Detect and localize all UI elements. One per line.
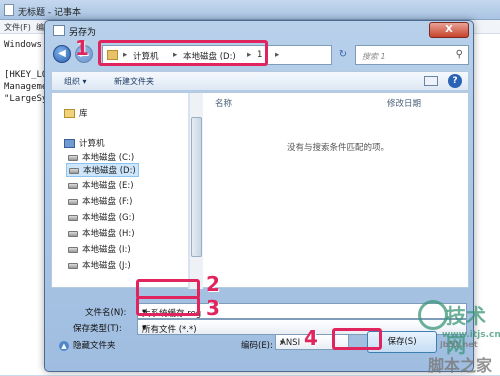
encoding-label: 编码(E): [241,341,273,351]
back-arrow-icon[interactable]: ◀ [53,45,71,63]
search-placeholder: 搜索 1 [362,52,386,61]
tree-item-computer[interactable]: 计算机 [64,137,105,149]
watermark-small: jb51.net [440,340,478,349]
chevron-right-icon: ▸ [275,50,280,60]
tree-label: 库 [79,109,88,119]
computer-icon [64,139,75,148]
disk-icon [69,167,79,174]
file-list: 名称 修改日期 没有与搜索条件匹配的项。 [203,93,470,289]
save-as-dialog: 另存为 X ◀ ▶ ▸ 计算机 ▸ 本地磁盘 (D:) ▸ 1 ▸ ↻ 搜索 1… [44,20,474,372]
browser-panel: 库 计算机 本地磁盘 (C:) 本地磁盘 (D:) 本地磁盘 (E:) 本地磁盘… [51,92,470,289]
tree-item-e-drive[interactable]: 本地磁盘 (E:) [68,179,134,191]
empty-message: 没有与搜索条件匹配的项。 [287,143,390,153]
tree-scrollbar[interactable] [189,93,203,289]
library-icon [64,109,75,118]
watermark-site: 技术网 [446,304,486,357]
menu-file[interactable]: 文件(F) [4,22,31,33]
disk-icon [68,154,78,161]
close-button[interactable]: X [429,22,469,38]
tree-label: 本地磁盘 (C:) [82,153,135,163]
notepad-title: 无标题 - 记事本 [18,8,81,18]
column-name[interactable]: 名称 [215,97,232,109]
disk-icon [68,198,78,205]
annotation-box-filetype [136,296,200,316]
tree-label: 本地磁盘 (E:) [82,181,134,191]
notepad-doc-icon [53,25,65,36]
tree-label: 本地磁盘 (J:) [82,261,131,271]
view-options-icon[interactable] [424,76,438,86]
annotation-number-2: 2 [206,272,220,296]
filetype-label: 保存类型(T): [73,324,122,334]
tree-item-h-drive[interactable]: 本地磁盘 (H:) [68,227,135,239]
chevron-up-icon: ▲ [59,341,69,351]
annotation-box-address [98,40,268,66]
help-icon[interactable]: ? [448,74,462,88]
tree-item-f-drive[interactable]: 本地磁盘 (F:) [68,195,132,207]
tree-item-libraries[interactable]: 库 [64,107,88,119]
annotation-number-1: 1 [75,36,89,60]
watermark-logo-icon [418,300,448,330]
watermark-cn: 脚本之家 [428,356,493,375]
tree-label: 本地磁盘 (D:) [83,166,136,176]
column-modified[interactable]: 修改日期 [387,97,421,109]
search-input[interactable]: 搜索 1 ⚲ [355,45,469,65]
search-icon: ⚲ [455,49,463,60]
tree-item-d-drive[interactable]: 本地磁盘 (D:) [66,163,139,177]
organize-menu[interactable]: 组织 ▾ [64,76,87,87]
menu-edit[interactable]: 编 [36,22,44,33]
notepad-line: [HKEY_LO [4,70,48,80]
annotation-number-4: 4 [304,326,318,350]
notepad-line: "LargeSy [4,94,48,104]
tree-label: 本地磁盘 (G:) [82,213,135,223]
notepad-line: Manageme [4,82,48,92]
notepad-titlebar: 无标题 - 记事本 [0,0,500,20]
tree-item-i-drive[interactable]: 本地磁盘 (I:) [68,243,131,255]
tree-label: 本地磁盘 (H:) [82,229,135,239]
disk-icon [68,182,78,189]
tree-label: 本地磁盘 (F:) [82,197,133,207]
tree-item-j-drive[interactable]: 本地磁盘 (J:) [68,259,131,271]
disk-icon [68,246,78,253]
disk-icon [68,230,78,237]
watermark-url: www.itjs.cn [442,330,500,340]
tree-item-c-drive[interactable]: 本地磁盘 (C:) [68,151,134,163]
tree-item-g-drive[interactable]: 本地磁盘 (G:) [68,211,135,223]
annotation-number-3: 3 [206,296,220,320]
annotation-box-save [332,328,382,350]
disk-icon [68,262,78,269]
tree-label: 本地磁盘 (I:) [82,245,131,255]
hide-folders-button[interactable]: ▲ 隐藏文件夹 [59,339,116,351]
filename-label: 文件名(N): [85,308,127,318]
navigation-tree: 库 计算机 本地磁盘 (C:) 本地磁盘 (D:) 本地磁盘 (E:) 本地磁盘… [52,93,189,289]
disk-icon [68,214,78,221]
refresh-icon[interactable]: ↻ [335,45,351,65]
tree-label: 计算机 [79,139,105,149]
notepad-line: Windows [4,40,42,50]
new-folder-button[interactable]: 新建文件夹 [114,76,154,87]
hide-folders-label: 隐藏文件夹 [73,341,116,351]
scrollbar-thumb[interactable] [191,117,202,257]
notepad-icon [4,4,14,16]
toolbar: 组织 ▾ 新建文件夹 ? [51,71,469,91]
